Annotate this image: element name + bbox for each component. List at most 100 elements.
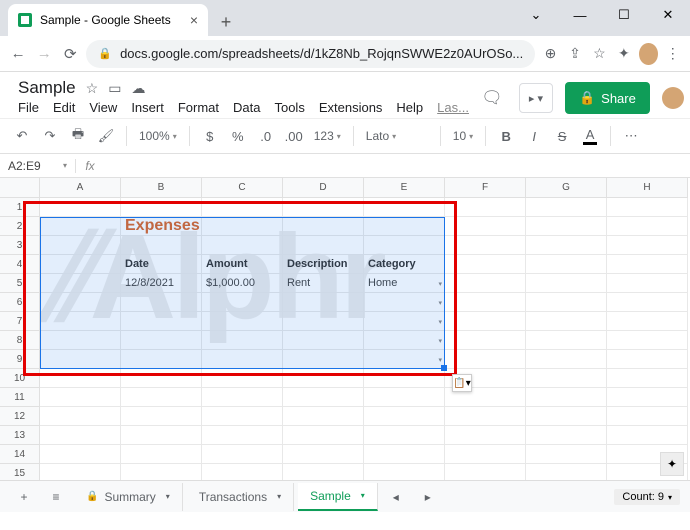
menu-insert[interactable]: Insert	[131, 100, 164, 115]
menu-last-edit[interactable]: Las...	[437, 100, 469, 115]
format-number-combo[interactable]: 123	[310, 129, 345, 143]
move-icon[interactable]: ▭	[108, 80, 121, 97]
bookmark-icon[interactable]: ☆	[590, 43, 608, 65]
new-tab-button[interactable]: +	[212, 8, 240, 36]
col-header-D[interactable]: D	[283, 178, 364, 198]
cell-A12[interactable]	[40, 407, 121, 426]
cell-G10[interactable]	[526, 369, 607, 388]
select-all-corner[interactable]	[0, 178, 40, 198]
account-avatar[interactable]	[662, 87, 684, 109]
cell-H8[interactable]	[607, 331, 688, 350]
cell-D1[interactable]	[283, 198, 364, 217]
cell-F2[interactable]	[445, 217, 526, 236]
cell-C11[interactable]	[202, 388, 283, 407]
row-header-9[interactable]: 9	[0, 350, 40, 369]
row-header-4[interactable]: 4	[0, 255, 40, 274]
col-header-A[interactable]: A	[40, 178, 121, 198]
cell-F5[interactable]	[445, 274, 526, 293]
cell-H4[interactable]	[607, 255, 688, 274]
cell-B13[interactable]	[121, 426, 202, 445]
menu-data[interactable]: Data	[233, 100, 260, 115]
cell-B11[interactable]	[121, 388, 202, 407]
strike-button[interactable]: S	[550, 124, 574, 148]
cell-H1[interactable]	[607, 198, 688, 217]
row-header-5[interactable]: 5	[0, 274, 40, 293]
col-header-B[interactable]: B	[121, 178, 202, 198]
cell-A11[interactable]	[40, 388, 121, 407]
more-toolbar-icon[interactable]: ⋯	[619, 124, 643, 148]
cell-B14[interactable]	[121, 445, 202, 464]
chevron-down-icon[interactable]: ⌄	[514, 0, 558, 30]
document-title[interactable]: Sample	[18, 78, 76, 98]
font-family-combo[interactable]: Lato	[362, 129, 432, 143]
bold-button[interactable]: B	[494, 124, 518, 148]
cell-G9[interactable]	[526, 350, 607, 369]
cell-C12[interactable]	[202, 407, 283, 426]
maximize-button[interactable]: ☐	[602, 0, 646, 30]
col-header-G[interactable]: G	[526, 178, 607, 198]
explore-button[interactable]: ✦	[660, 452, 684, 476]
reload-button[interactable]: ⟳	[60, 42, 80, 66]
cell-G1[interactable]	[526, 198, 607, 217]
row-header-12[interactable]: 12	[0, 407, 40, 426]
row-header-13[interactable]: 13	[0, 426, 40, 445]
close-window-button[interactable]: ✕	[646, 0, 690, 30]
cell-G7[interactable]	[526, 312, 607, 331]
share-button[interactable]: 🔒 Share	[565, 82, 650, 114]
cell-C13[interactable]	[202, 426, 283, 445]
cell-E1[interactable]	[364, 198, 445, 217]
menu-help[interactable]: Help	[396, 100, 423, 115]
cell-F7[interactable]	[445, 312, 526, 331]
row-header-10[interactable]: 10	[0, 369, 40, 388]
cell-B1[interactable]	[121, 198, 202, 217]
row-header-3[interactable]: 3	[0, 236, 40, 255]
cell-D12[interactable]	[283, 407, 364, 426]
cell-F13[interactable]	[445, 426, 526, 445]
menu-format[interactable]: Format	[178, 100, 219, 115]
row-header-7[interactable]: 7	[0, 312, 40, 331]
cell-G3[interactable]	[526, 236, 607, 255]
cell-F1[interactable]	[445, 198, 526, 217]
increase-decimal-button[interactable]: .00	[282, 124, 306, 148]
cell-G5[interactable]	[526, 274, 607, 293]
cloud-status-icon[interactable]: ☁	[131, 80, 145, 97]
tab-transactions[interactable]: Transactions	[187, 483, 294, 511]
scroll-tabs-right[interactable]: ▸	[414, 484, 442, 510]
cell-G13[interactable]	[526, 426, 607, 445]
cell-D14[interactable]	[283, 445, 364, 464]
cell-H6[interactable]	[607, 293, 688, 312]
col-header-C[interactable]: C	[202, 178, 283, 198]
row-header-14[interactable]: 14	[0, 445, 40, 464]
cell-H7[interactable]	[607, 312, 688, 331]
cell-F14[interactable]	[445, 445, 526, 464]
cell-H9[interactable]	[607, 350, 688, 369]
cell-H11[interactable]	[607, 388, 688, 407]
cell-A14[interactable]	[40, 445, 121, 464]
paint-format-button[interactable]: 🖌	[94, 124, 118, 148]
cell-F6[interactable]	[445, 293, 526, 312]
comments-icon[interactable]: 🗨	[477, 83, 507, 113]
cell-B10[interactable]	[121, 369, 202, 388]
cell-E10[interactable]	[364, 369, 445, 388]
share-link-icon[interactable]: ⇪	[566, 43, 584, 65]
cell-B12[interactable]	[121, 407, 202, 426]
cell-A13[interactable]	[40, 426, 121, 445]
cell-G12[interactable]	[526, 407, 607, 426]
cell-H13[interactable]	[607, 426, 688, 445]
close-tab-icon[interactable]: ×	[190, 12, 198, 28]
cell-A10[interactable]	[40, 369, 121, 388]
row-header-11[interactable]: 11	[0, 388, 40, 407]
search-icon[interactable]: ⊕	[541, 43, 559, 65]
undo-button[interactable]: ↶	[10, 124, 34, 148]
cell-D11[interactable]	[283, 388, 364, 407]
cell-F3[interactable]	[445, 236, 526, 255]
row-header-8[interactable]: 8	[0, 331, 40, 350]
text-color-button[interactable]: A	[578, 124, 602, 148]
profile-avatar[interactable]	[639, 43, 657, 65]
col-header-H[interactable]: H	[607, 178, 688, 198]
cell-C1[interactable]	[202, 198, 283, 217]
menu-edit[interactable]: Edit	[53, 100, 75, 115]
star-icon[interactable]: ☆	[86, 80, 99, 97]
present-button[interactable]: ▸ ▾	[519, 83, 553, 113]
cell-E14[interactable]	[364, 445, 445, 464]
